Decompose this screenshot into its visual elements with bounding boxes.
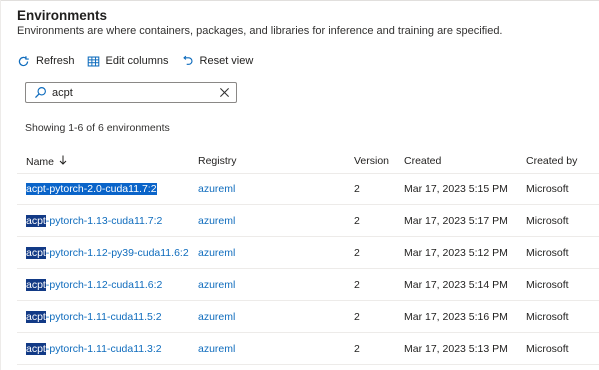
created-cell: Mar 17, 2023 5:12 PM — [404, 247, 508, 259]
edit-columns-label: Edit columns — [105, 55, 169, 67]
column-name-label: Name — [26, 156, 55, 168]
table-row[interactable]: acpt-pytorch-2.0-cuda11.7:2 azureml 2 Mar 1… — [17, 173, 599, 205]
page-subtitle: Environments are where containers, packa… — [17, 25, 503, 37]
table-header: Name Registry Version Created Created by — [17, 149, 599, 174]
environment-name-link[interactable]: acpt-pytorch-1.12-cuda11.6:2 — [26, 279, 162, 291]
search-match-highlight: acpt — [26, 311, 46, 323]
refresh-icon — [18, 55, 29, 66]
search-match-highlight: acpt — [26, 279, 46, 291]
version-cell: 2 — [354, 311, 360, 323]
column-header-version[interactable]: Version — [354, 155, 389, 167]
toolbar: Refresh Edit columns Reset view — [17, 51, 265, 71]
created-cell: Mar 17, 2023 5:14 PM — [404, 279, 508, 291]
environment-name-rest: -pytorch-1.11-cuda11.3:2 — [45, 343, 162, 355]
created-cell: Mar 17, 2023 5:15 PM — [404, 183, 508, 195]
environment-name-rest: -pytorch-1.13-cuda11.7:2 — [45, 215, 163, 227]
environment-name-link[interactable]: acpt-pytorch-1.11-cuda11.5:2 — [26, 311, 162, 323]
created-by-cell: Microsoft — [526, 215, 569, 227]
refresh-button[interactable]: Refresh — [17, 55, 75, 68]
table-row[interactable]: acpt-pytorch-1.12-py39-cuda11.6:2 azureml… — [17, 237, 599, 269]
search-icon — [35, 87, 46, 98]
registry-link[interactable]: azureml — [198, 215, 235, 227]
search-match-highlight: acpt — [26, 247, 46, 259]
environment-name-link[interactable]: acpt-pytorch-1.12-py39-cuda11.6:2 — [26, 247, 189, 259]
registry-link[interactable]: azureml — [198, 183, 235, 195]
environment-name-rest: -pytorch-1.12-py39-cuda11.6:2 — [45, 247, 189, 259]
version-cell: 2 — [354, 279, 360, 291]
table-row[interactable]: acpt-pytorch-1.13-cuda11.7:2 azureml 2 Mar … — [17, 205, 599, 237]
page-title: Environments — [17, 8, 108, 23]
results-count: Showing 1-6 of 6 environments — [25, 122, 170, 134]
created-cell: Mar 17, 2023 5:16 PM — [404, 311, 508, 323]
reset-view-button[interactable]: Reset view — [181, 55, 254, 68]
version-cell: 2 — [354, 183, 360, 195]
version-cell: 2 — [354, 343, 360, 355]
environment-name-link[interactable]: acpt-pytorch-1.13-cuda11.7:2 — [26, 215, 162, 227]
environment-name-link[interactable]: acpt-pytorch-2.0-cuda11.7:2 — [26, 183, 157, 195]
column-header-registry[interactable]: Registry — [198, 155, 237, 167]
environment-name-rest: -pytorch-1.11-cuda11.5:2 — [45, 311, 162, 323]
environments-page: Environments Environments are where cont… — [0, 0, 599, 370]
table-row[interactable]: acpt-pytorch-1.12-cuda11.6:2 azureml 2 Mar … — [17, 269, 599, 301]
registry-link[interactable]: azureml — [198, 343, 235, 355]
table-row[interactable]: acpt-pytorch-1.11-cuda11.3:2 azureml 2 Mar … — [17, 333, 599, 365]
created-by-cell: Microsoft — [526, 279, 569, 291]
reset-view-label: Reset view — [199, 55, 254, 67]
version-cell: 2 — [354, 215, 360, 227]
registry-link[interactable]: azureml — [198, 279, 235, 291]
version-cell: 2 — [354, 247, 360, 259]
table-row[interactable]: acpt-pytorch-1.11-cuda11.5:2 azureml 2 Mar … — [17, 301, 599, 333]
column-header-name[interactable]: Name — [26, 155, 67, 168]
sort-down-icon — [59, 155, 67, 168]
environment-name-rest: -pytorch-1.12-cuda11.6:2 — [45, 279, 163, 291]
reset-icon — [182, 55, 192, 65]
created-by-cell: Microsoft — [526, 343, 569, 355]
left-divider — [0, 0, 1, 370]
top-divider — [0, 0, 599, 1]
column-header-created-by[interactable]: Created by — [526, 155, 577, 167]
table-columns-icon — [87, 56, 99, 66]
search-match-highlight: acpt — [26, 215, 46, 227]
created-by-cell: Microsoft — [526, 311, 569, 323]
created-by-cell: Microsoft — [526, 183, 569, 195]
column-header-created[interactable]: Created — [404, 155, 441, 167]
created-cell: Mar 17, 2023 5:13 PM — [404, 343, 508, 355]
registry-link[interactable]: azureml — [198, 311, 235, 323]
refresh-label: Refresh — [36, 55, 75, 67]
environment-name-link[interactable]: acpt-pytorch-1.11-cuda11.3:2 — [26, 343, 162, 355]
created-cell: Mar 17, 2023 5:17 PM — [404, 215, 508, 227]
edit-columns-button[interactable]: Edit columns — [87, 55, 169, 68]
highlighted-name: acpt-pytorch-2.0-cuda11.7:2 — [26, 183, 157, 195]
registry-link[interactable]: azureml — [198, 247, 235, 259]
created-by-cell: Microsoft — [526, 247, 569, 259]
search-box — [25, 82, 237, 103]
search-match-highlight: acpt — [26, 343, 46, 355]
close-icon[interactable] — [219, 87, 230, 98]
search-input[interactable] — [52, 84, 212, 101]
